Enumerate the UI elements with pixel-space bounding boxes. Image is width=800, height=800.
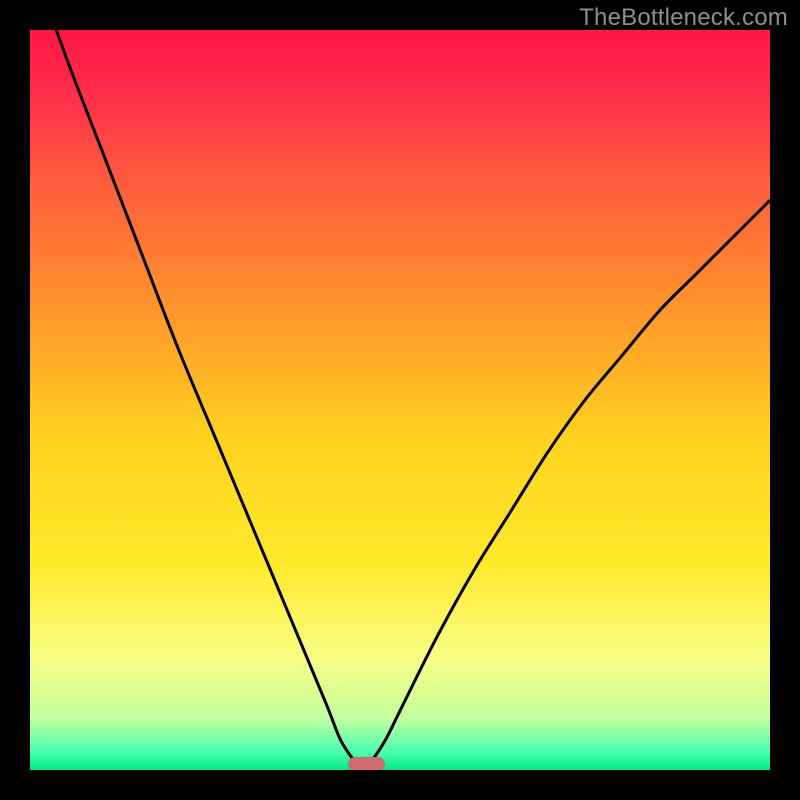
optimal-marker [348, 757, 385, 770]
bottleneck-curve [30, 30, 770, 770]
chart-frame: TheBottleneck.com [0, 0, 800, 800]
plot-area [30, 30, 770, 770]
watermark-text: TheBottleneck.com [579, 4, 788, 32]
